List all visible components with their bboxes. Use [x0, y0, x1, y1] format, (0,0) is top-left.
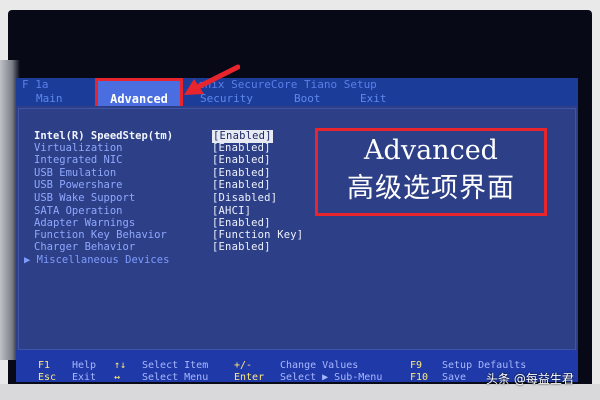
tab-boot[interactable]: Boot [294, 92, 321, 106]
setting-label: Integrated NIC [34, 154, 123, 166]
setting-value[interactable]: [Enabled] [212, 179, 271, 192]
footer-desc-exit: Exit [72, 372, 97, 383]
annotation-subtitle: 高级选项界面 [347, 173, 515, 204]
setting-value[interactable]: [Enabled] [212, 154, 271, 167]
tab-main[interactable]: Main [36, 92, 63, 106]
footer-desc-select-menu: Select Menu [142, 372, 209, 383]
setting-value[interactable]: [Enabled] [212, 241, 271, 254]
footer-key-left-right: ↔ [114, 372, 121, 383]
setting-row-integrated-nic[interactable]: Integrated NIC [Enabled] [34, 154, 314, 167]
setting-value[interactable]: [Disabled] [212, 192, 277, 205]
footer-key-f10: F10 [410, 372, 429, 383]
submenu-miscellaneous-devices[interactable]: ▶ Miscellaneous Devices [24, 254, 304, 267]
setting-row-charger-behavior[interactable]: Charger Behavior [Enabled] [34, 241, 314, 254]
setting-row-usb-wake-support[interactable]: USB Wake Support [Disabled] [34, 192, 314, 205]
watermark-text: 头条 @每益生君 [486, 372, 574, 386]
footer-key-esc: Esc [38, 372, 57, 383]
submenu-label[interactable]: ▶ Miscellaneous Devices [24, 254, 169, 267]
footer-key-f1: F1 [38, 360, 51, 371]
footer-desc-select-item: Select Item [142, 360, 209, 371]
footer-desc-change-values: Change Values [280, 360, 359, 371]
red-arrow-icon [184, 64, 240, 95]
footer-desc-select-sub-menu: Select ▶ Sub-Menu [280, 372, 383, 383]
title-prefix: F 1a [22, 78, 49, 91]
footer-key-f9: F9 [410, 360, 423, 371]
annotation-title: Advanced [364, 135, 498, 166]
footer-key-up-down: ↑↓ [114, 360, 127, 371]
footer-key-plus-minus: +/- [234, 360, 253, 371]
setting-row-usb-powershare[interactable]: USB Powershare [Enabled] [34, 179, 314, 192]
setting-label: USB Wake Support [34, 192, 136, 204]
setting-label: USB Powershare [34, 179, 123, 191]
tab-exit[interactable]: Exit [360, 92, 387, 106]
setting-label: Charger Behavior [34, 241, 136, 253]
footer-desc-help: Help [72, 360, 97, 371]
footer-desc-save: Save [442, 372, 467, 383]
footer-key-enter: Enter [234, 372, 265, 383]
